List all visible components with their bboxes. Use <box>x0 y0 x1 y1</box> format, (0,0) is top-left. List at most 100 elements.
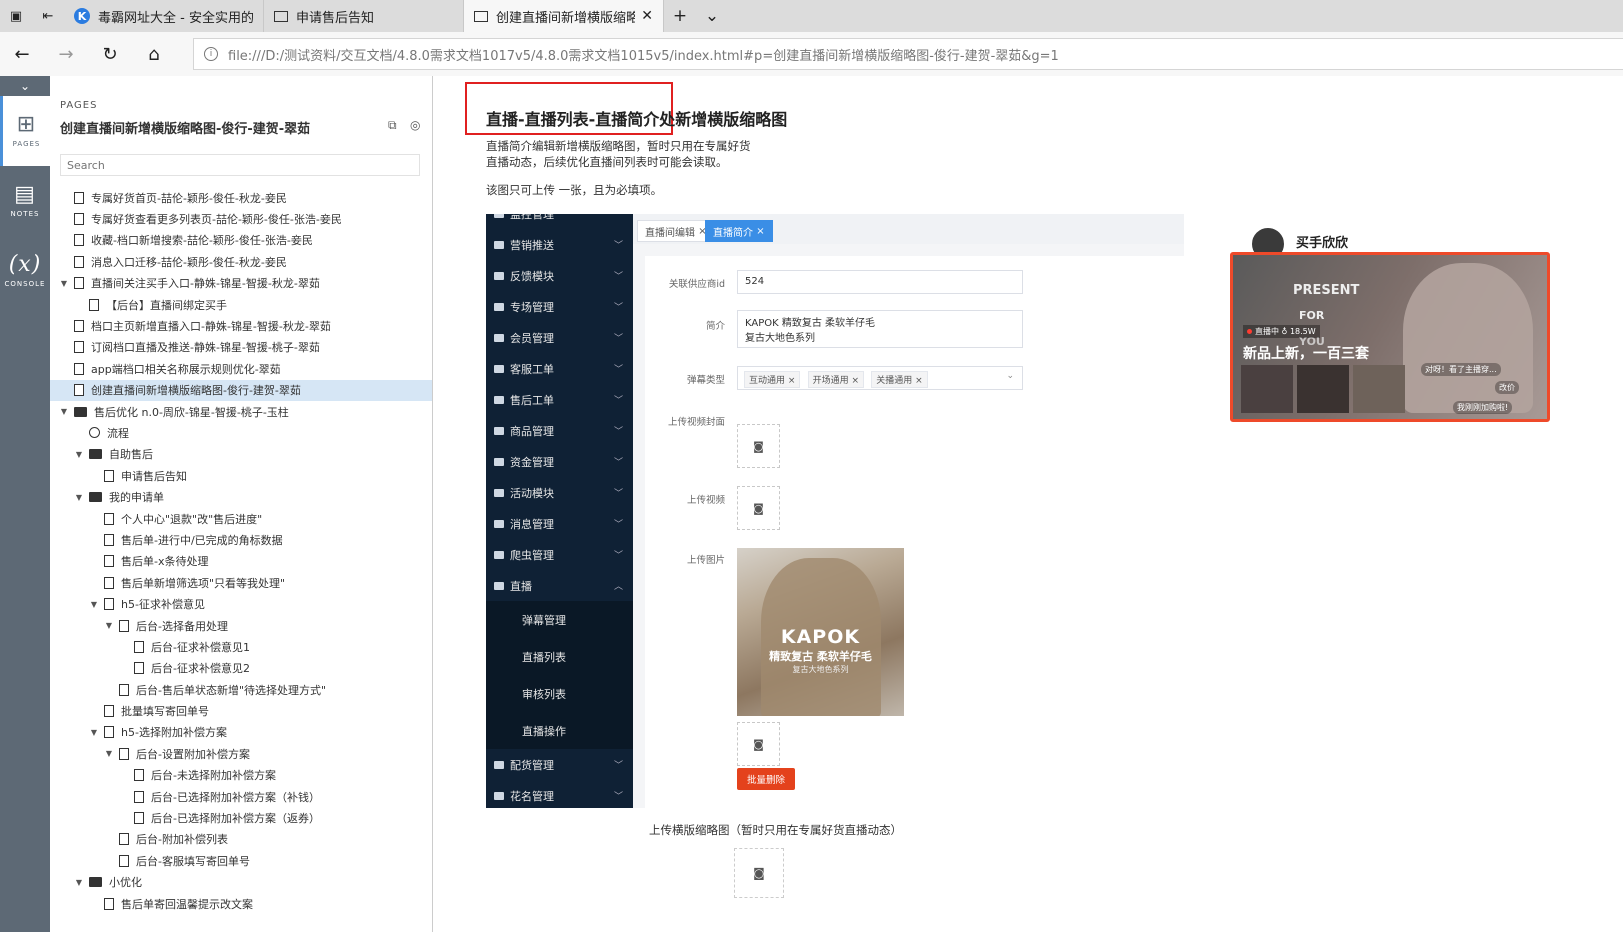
forward-icon[interactable]: → <box>44 32 88 76</box>
admin-menu-item[interactable]: 专场管理 ﹀ <box>486 291 633 322</box>
open-external-icon[interactable]: ⧉ <box>388 118 397 133</box>
expand-arrow-icon[interactable]: ▼ <box>58 407 70 416</box>
tree-item[interactable]: 档口主页新增直播入口-静姝-锦星-智援-秋龙-翠茹 <box>50 315 432 336</box>
new-tab-icon[interactable]: + <box>664 0 696 32</box>
tree-item[interactable]: 后台-征求补偿意见1 <box>50 636 432 657</box>
admin-submenu-item[interactable]: 直播列表 <box>486 638 633 675</box>
admin-menu-item[interactable]: 反馈模块 ﹀ <box>486 260 633 291</box>
admin-menu-item[interactable]: 客服工单 ﹀ <box>486 353 633 384</box>
home-icon[interactable]: ⌂ <box>132 32 176 76</box>
tree-item[interactable]: 后台-征求补偿意见2 <box>50 658 432 679</box>
info-icon[interactable]: i <box>204 47 218 61</box>
back-icon[interactable]: ← <box>0 32 44 76</box>
landscape-thumb-upload[interactable]: ◙ <box>734 848 784 898</box>
tree-item[interactable]: 后台-未选择附加补偿方案 <box>50 765 432 786</box>
tree-item[interactable]: 消息入口迁移-喆伦-颖彤-俊任-秋龙-妾民 <box>50 251 432 272</box>
danmu-select[interactable]: 互动通用 × 开场通用 × 关播通用 × ⌄ <box>737 366 1023 390</box>
tree-item[interactable]: 后台-客服填写寄回单号 <box>50 850 432 871</box>
tree-item[interactable]: 创建直播间新增横版缩略图-俊行-建贺-翠茹 <box>50 379 432 401</box>
expand-arrow-icon[interactable]: ▼ <box>73 878 85 887</box>
expand-arrow-icon[interactable]: ▼ <box>88 600 100 609</box>
intro-textarea[interactable]: KAPOK 精致复古 柔软羊仔毛 复古大地色系列 <box>737 310 1023 348</box>
danmu-tag[interactable]: 开场通用 × <box>807 371 865 388</box>
expand-arrow-icon[interactable]: ▼ <box>73 450 85 459</box>
video-upload[interactable]: ◙ <box>737 486 780 530</box>
tree-item[interactable]: 后台-售后单状态新增"待选择处理方式" <box>50 679 432 700</box>
tree-item[interactable]: 专属好货查看更多列表页-喆伦-颖彤-俊任-张浩-妾民 <box>50 208 432 229</box>
expand-arrow-icon[interactable]: ▼ <box>58 279 70 288</box>
tree-item[interactable]: 收藏-档口新增搜索-喆伦-颖彤-俊任-张浩-妾民 <box>50 230 432 251</box>
rail-notes-button[interactable]: ▤ NOTES <box>0 166 50 236</box>
admin-tab-room-edit[interactable]: 直播间编辑 × <box>637 220 715 242</box>
admin-tab-intro[interactable]: 直播简介 × <box>705 220 773 242</box>
admin-menu-item[interactable]: 活动模块 ﹀ <box>486 477 633 508</box>
admin-menu-item[interactable]: 消息管理 ﹀ <box>486 508 633 539</box>
browser-tab-2[interactable]: 申请售后告知 <box>264 0 464 32</box>
tree-item[interactable]: 后台-已选择附加补偿方案（返券） <box>50 807 432 828</box>
tree-item[interactable]: ▼ 我的申请单 <box>50 486 432 507</box>
tree-item[interactable]: 后台-已选择附加补偿方案（补钱） <box>50 786 432 807</box>
image-upload[interactable]: ◙ <box>737 722 780 766</box>
admin-submenu-item[interactable]: 审核列表 <box>486 675 633 712</box>
tree-item[interactable]: 售后单新增筛选项"只看等我处理" <box>50 572 432 593</box>
tree-item[interactable]: app端档口相关名称展示规则优化-翠茹 <box>50 358 432 379</box>
supplier-input[interactable]: 524 <box>737 270 1023 294</box>
video-cover-upload[interactable]: ◙ <box>737 424 780 468</box>
tree-item[interactable]: 售后单-进行中/已完成的角标数据 <box>50 529 432 550</box>
window-menu-icon[interactable]: ▣ <box>0 0 32 32</box>
expand-arrow-icon[interactable]: ▼ <box>103 749 115 758</box>
rail-pages-button[interactable]: ⊞ PAGES <box>0 96 50 166</box>
admin-submenu-item[interactable]: 直播操作 <box>486 712 633 749</box>
close-icon[interactable]: × <box>756 226 764 237</box>
tree-item[interactable]: ▼ 后台-设置附加补偿方案 <box>50 743 432 764</box>
tree-item[interactable]: 后台-附加补偿列表 <box>50 829 432 850</box>
tree-item[interactable]: 批量填写寄回单号 <box>50 700 432 721</box>
target-icon[interactable]: ◎ <box>410 118 420 132</box>
tree-item[interactable]: ▼ 自助售后 <box>50 444 432 465</box>
admin-menu-item[interactable]: 直播 ︿ <box>486 570 633 601</box>
close-tab-icon[interactable]: ✕ <box>641 8 653 24</box>
admin-menu-item[interactable]: 营销推送 ﹀ <box>486 229 633 260</box>
tree-item[interactable]: 流程 <box>50 422 432 443</box>
danmu-tag[interactable]: 互动通用 × <box>744 371 801 388</box>
tree-item[interactable]: ▼ 售后优化 n.0-周欣-锦星-智援-桃子-玉柱 <box>50 401 432 422</box>
tree-item[interactable]: 【后台】直播间绑定买手 <box>50 294 432 315</box>
admin-menu-item[interactable]: 监控管理 ﹀ <box>486 214 633 229</box>
tree-item[interactable]: 申请售后告知 <box>50 465 432 486</box>
uploaded-image-kapok[interactable]: KAPOK 精致复古 柔软羊仔毛 复古大地色系列 <box>737 548 904 716</box>
tree-item[interactable]: ▼ 直播间关注买手入口-静姝-锦星-智援-秋龙-翠茹 <box>50 273 432 294</box>
rail-console-button[interactable]: (x) CONSOLE <box>0 236 50 306</box>
chevron-down-icon[interactable]: ⌄ <box>696 0 728 32</box>
tree-item[interactable]: 订阅档口直播及推送-静姝-锦星-智援-桃子-翠茹 <box>50 337 432 358</box>
browser-tab-3[interactable]: 创建直播间新增横版缩略 ✕ <box>464 0 664 32</box>
url-field[interactable]: i file:///D:/测试资料/交互文档/4.8.0需求文档1017v5/4… <box>193 38 1623 70</box>
admin-menu-item[interactable]: 售后工单 ﹀ <box>486 384 633 415</box>
admin-submenu-item[interactable]: 弹幕管理 <box>486 601 633 638</box>
browser-tab-1[interactable]: K 毒霸网址大全 - 安全实用的 <box>64 0 264 32</box>
batch-delete-button[interactable]: 批量删除 <box>737 768 795 790</box>
tree-item[interactable]: ▼ 小优化 <box>50 872 432 893</box>
tab-actions-icon[interactable]: ⇤ <box>32 0 64 32</box>
refresh-icon[interactable]: ↻ <box>88 32 132 76</box>
tree-item[interactable]: 专属好货首页-喆伦-颖彤-俊任-秋龙-妾民 <box>50 187 432 208</box>
danmu-tag[interactable]: 关播通用 × <box>871 371 928 388</box>
tree-item[interactable]: ▼ h5-征求补偿意见 <box>50 593 432 614</box>
admin-menu-item[interactable]: 资金管理 ﹀ <box>486 446 633 477</box>
live-thumbnail-card[interactable]: PRESENT FOR YOU 直播中 ♁ 18.5W 新品上新，一百三套 对呀… <box>1230 252 1550 422</box>
chevron-down-icon[interactable]: ⌄ <box>1006 371 1014 381</box>
admin-menu-item[interactable]: 爬虫管理 ﹀ <box>486 539 633 570</box>
expand-arrow-icon[interactable]: ▼ <box>73 493 85 502</box>
admin-menu-item[interactable]: 会员管理 ﹀ <box>486 322 633 353</box>
tree-item[interactable]: ▼ h5-选择附加补偿方案 <box>50 722 432 743</box>
tree-item[interactable]: ▼ 后台-选择备用处理 <box>50 615 432 636</box>
expand-arrow-icon[interactable]: ▼ <box>88 728 100 737</box>
tree-item[interactable]: 售后单寄回温馨提示改文案 <box>50 893 432 914</box>
admin-menu-item[interactable]: 花名管理 ﹀ <box>486 780 633 808</box>
collapse-chevron-icon[interactable]: ⌄ <box>0 76 50 96</box>
expand-arrow-icon[interactable]: ▼ <box>103 621 115 630</box>
admin-menu-item[interactable]: 商品管理 ﹀ <box>486 415 633 446</box>
admin-menu-item[interactable]: 配货管理 ﹀ <box>486 749 633 780</box>
tree-item[interactable]: 售后单-x条待处理 <box>50 551 432 572</box>
pages-search-input[interactable] <box>60 154 420 176</box>
tree-item[interactable]: 个人中心"退款"改"售后进度" <box>50 508 432 529</box>
